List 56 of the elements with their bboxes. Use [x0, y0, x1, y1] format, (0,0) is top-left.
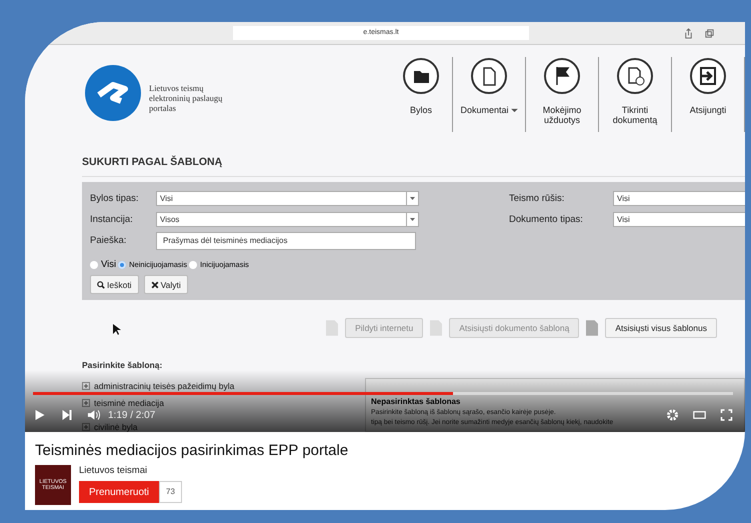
- fullscreen-icon[interactable]: [720, 409, 733, 421]
- document-icon: [470, 57, 508, 95]
- section-title: SUKURTI PAGAL ŠABLONĄ: [82, 156, 745, 177]
- dropdown[interactable]: Visi: [613, 191, 745, 206]
- subscribe-button[interactable]: Prenumeruoti: [79, 481, 160, 503]
- logout-icon: [689, 57, 727, 95]
- document-icon: [586, 320, 598, 336]
- check-icon: [616, 57, 654, 95]
- nav-item[interactable]: Mokėjimo užduotys: [526, 57, 599, 132]
- expand-icon[interactable]: [82, 382, 90, 390]
- search-icon: [97, 280, 105, 288]
- field-label: Dokumento tipas:: [509, 214, 584, 225]
- document-icon: [430, 320, 442, 336]
- clear-button[interactable]: Valyti: [144, 275, 188, 294]
- field-label: Paieška:: [90, 235, 128, 246]
- flag-icon: [543, 57, 581, 95]
- field-label: Instancija:: [90, 214, 134, 225]
- tree-item[interactable]: teisminė mediacija: [82, 397, 164, 408]
- subscriber-count: 73: [159, 481, 182, 503]
- field-label: Bylos tipas:: [90, 193, 140, 204]
- dropdown[interactable]: Visi: [156, 191, 419, 206]
- play-icon[interactable]: [33, 409, 46, 421]
- tree-heading: Pasirinkite šabloną:: [82, 360, 164, 370]
- theater-icon[interactable]: [693, 409, 706, 421]
- video-time: 1:19 / 2:07: [108, 410, 156, 420]
- volume-icon[interactable]: [87, 409, 100, 421]
- search-field[interactable]: Prašymas dėl teisminės mediacijos: [156, 232, 416, 250]
- nav-item[interactable]: Tikrinti dokumentą: [599, 57, 672, 132]
- dropdown[interactable]: Visos: [156, 212, 419, 227]
- expand-icon[interactable]: [82, 398, 90, 406]
- close-icon: [150, 280, 159, 288]
- panel-title: Nepasirinktas šablonas: [371, 397, 462, 406]
- next-icon[interactable]: [60, 409, 73, 421]
- nav-item[interactable]: Atsijungti: [672, 57, 745, 132]
- share-icon[interactable]: [683, 28, 694, 38]
- video-title: Teisminės mediacijos pasirinkimas EPP portale: [35, 442, 350, 459]
- radio-option[interactable]: Visi: [90, 259, 116, 270]
- progress-bar[interactable]: [33, 392, 733, 395]
- field-label: Teismo rūšis:: [509, 193, 566, 204]
- folder-icon: [402, 57, 440, 95]
- channel-name[interactable]: Lietuvos teismai: [79, 465, 182, 476]
- nav-item[interactable]: Dokumentai: [453, 57, 526, 132]
- cursor-icon: [113, 324, 121, 336]
- portal-name: Lietuvos teismų elektroninių paslaugų portalas: [149, 83, 222, 114]
- action-button[interactable]: Atsisiųsti visus šablonus: [605, 318, 717, 338]
- tree-item[interactable]: administracinių teisės pažeidimų byla: [82, 380, 234, 391]
- caret-icon: [406, 192, 418, 205]
- logo-icon: [85, 65, 141, 121]
- settings-icon[interactable]: [666, 409, 679, 421]
- dropdown[interactable]: Visi: [613, 212, 745, 227]
- search-button[interactable]: Ieškoti: [90, 275, 139, 294]
- tabs-icon[interactable]: [704, 28, 715, 38]
- nav-item[interactable]: Bylos: [390, 57, 453, 132]
- caret-icon: [510, 108, 518, 113]
- caret-icon: [406, 213, 418, 226]
- document-icon: [326, 320, 338, 336]
